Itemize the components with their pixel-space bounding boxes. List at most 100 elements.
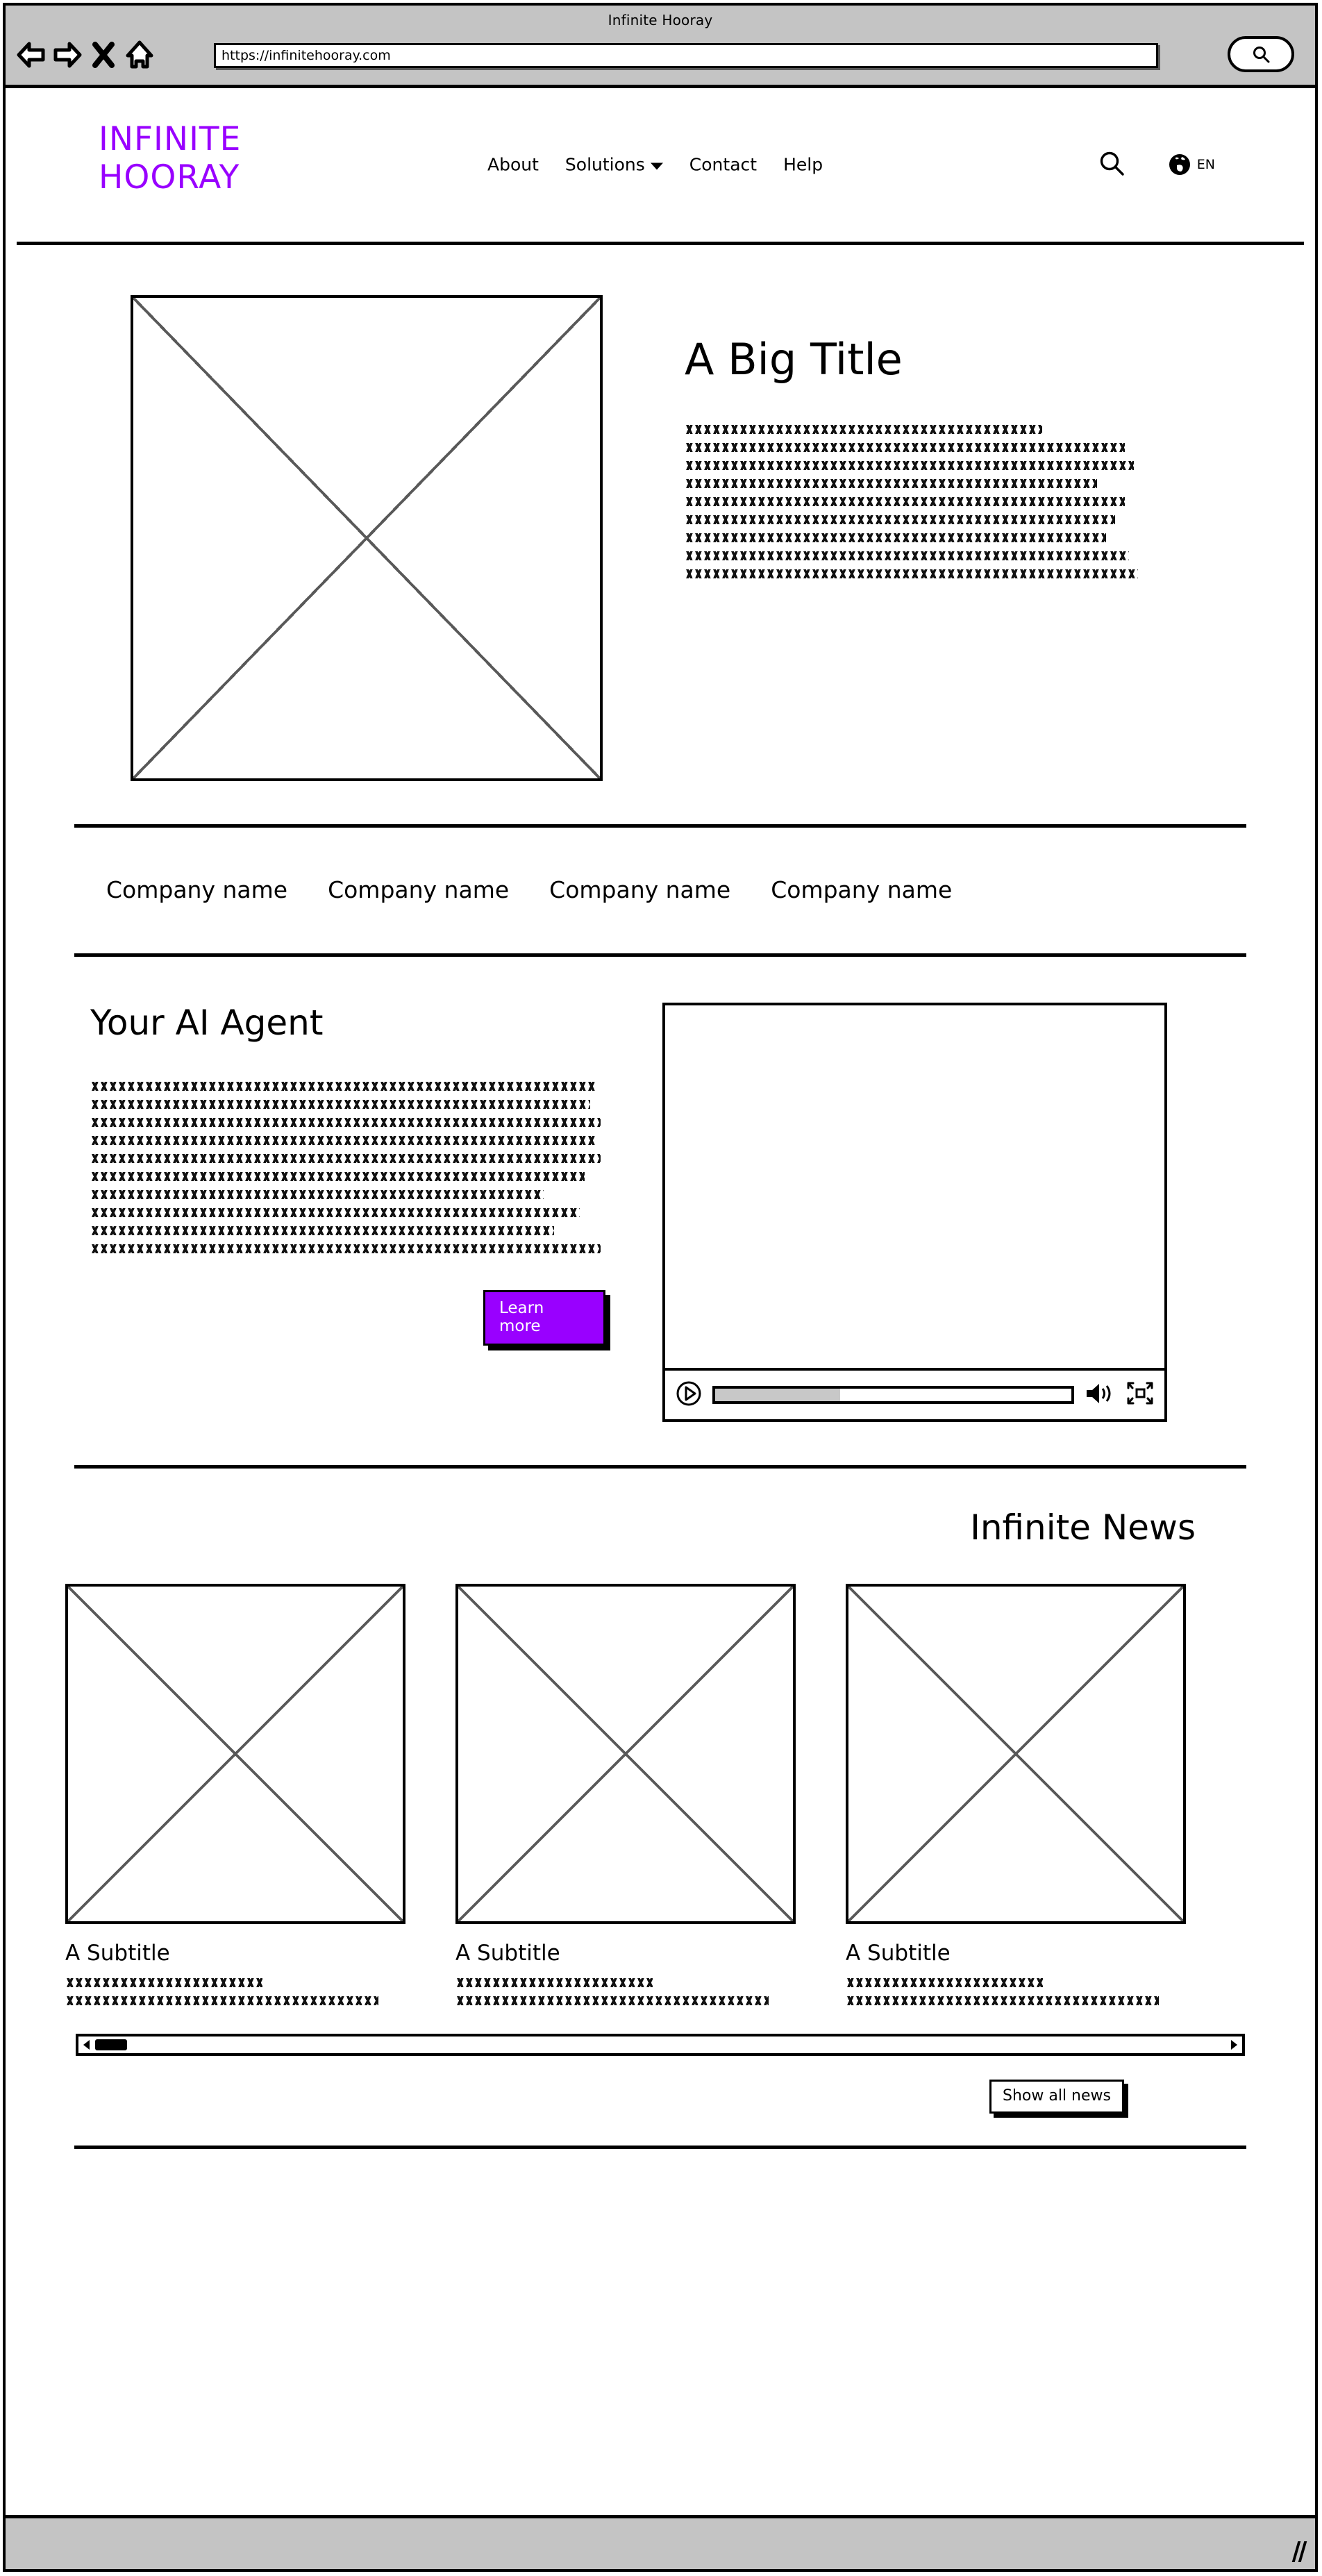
news-image-placeholder xyxy=(455,1584,796,1924)
forward-arrow-icon[interactable] xyxy=(51,39,83,71)
section-title-ai-agent: Your AI Agent xyxy=(90,1003,324,1043)
news-card-excerpt xyxy=(65,1978,405,2005)
learn-more-button[interactable]: Learn more xyxy=(483,1290,605,1346)
partner-item[interactable]: Company name xyxy=(328,876,509,903)
video-player xyxy=(662,1003,1167,1422)
nav-label-about: About xyxy=(487,154,539,175)
globe-icon xyxy=(1169,154,1190,175)
news-horizontal-scrollbar[interactable] xyxy=(76,2034,1245,2056)
nav-label-help: Help xyxy=(783,154,823,175)
scribble-line xyxy=(685,443,1125,453)
browser-chrome-bar: Infinite Hooray https://infinitehooray.c… xyxy=(6,6,1315,88)
news-card-subtitle: A Subtitle xyxy=(846,1941,951,1966)
volume-icon[interactable] xyxy=(1084,1380,1116,1410)
news-card-excerpt xyxy=(455,1978,796,2005)
news-section: Infinite News A Subtitle A Subtitle A Su… xyxy=(6,1461,1315,2149)
show-all-news-button[interactable]: Show all news xyxy=(989,2080,1124,2114)
status-bar xyxy=(6,2515,1315,2569)
scribble-line xyxy=(65,1996,378,2005)
scribble-line xyxy=(685,533,1107,543)
resize-grip-icon[interactable] xyxy=(1291,2541,1307,2562)
scribble-line xyxy=(90,1118,601,1127)
partner-item[interactable]: Company name xyxy=(771,876,952,903)
page-viewport: INFINITE HOORAY About Solutions Contact xyxy=(6,88,1315,2515)
news-card-excerpt xyxy=(846,1978,1186,2005)
browser-window: Infinite Hooray https://infinitehooray.c… xyxy=(3,3,1318,2572)
close-x-icon[interactable] xyxy=(87,39,119,71)
url-bar[interactable]: https://infinitehooray.com xyxy=(214,43,1158,68)
nav-label-solutions: Solutions xyxy=(564,154,645,175)
search-icon xyxy=(1253,47,1270,63)
scribble-line xyxy=(90,1244,601,1253)
scribble-line xyxy=(846,1996,1159,2005)
language-label: EN xyxy=(1196,157,1215,172)
news-card[interactable]: A Subtitle xyxy=(65,1584,405,2014)
header-tools: EN xyxy=(1098,149,1215,180)
nav-item-about[interactable]: About xyxy=(487,155,539,175)
section-title-news: Infinite News xyxy=(970,1507,1196,1548)
site-logo[interactable]: INFINITE HOORAY xyxy=(99,120,241,197)
news-image-placeholder xyxy=(65,1584,405,1924)
scribble-line xyxy=(455,1996,769,2005)
scribble-line xyxy=(90,1082,596,1091)
logo-line-1: INFINITE xyxy=(99,120,242,158)
divider xyxy=(74,2146,1246,2149)
video-screen[interactable] xyxy=(665,1005,1164,1368)
hero-paragraph xyxy=(685,425,1143,579)
video-controls xyxy=(665,1368,1164,1419)
browser-nav-buttons xyxy=(15,39,156,71)
chevron-left-icon[interactable] xyxy=(78,2039,94,2051)
logo-line-2: HOORAY xyxy=(99,158,240,197)
news-card-list: A Subtitle A Subtitle A Subtitle xyxy=(6,1584,1315,2014)
partner-item[interactable]: Company name xyxy=(106,876,287,903)
scribble-line xyxy=(685,551,1130,561)
news-card[interactable]: A Subtitle xyxy=(846,1584,1186,2014)
home-icon[interactable] xyxy=(124,39,156,71)
fullscreen-icon[interactable] xyxy=(1126,1380,1155,1410)
hero-copy: A Big Title xyxy=(685,295,1143,781)
scribble-line xyxy=(90,1100,590,1109)
chevron-right-icon[interactable] xyxy=(1227,2039,1242,2051)
url-text: https://infinitehooray.com xyxy=(221,48,391,63)
scribble-line xyxy=(685,425,1042,435)
screenshot-root: Infinite Hooray https://infinitehooray.c… xyxy=(0,0,1322,2576)
scribble-line xyxy=(90,1190,544,1199)
page-title: A Big Title xyxy=(685,334,903,385)
scribble-line xyxy=(455,1978,653,1987)
search-icon xyxy=(1100,151,1124,176)
nav-item-contact[interactable]: Contact xyxy=(689,155,757,175)
hero-section: A Big Title xyxy=(6,245,1315,781)
scribble-line xyxy=(685,461,1134,471)
main-navigation: About Solutions Contact Help xyxy=(487,155,823,175)
browser-search-button[interactable] xyxy=(1228,36,1294,72)
scribble-line xyxy=(846,1978,1044,1987)
video-progress-bar[interactable] xyxy=(712,1386,1074,1404)
scribble-line xyxy=(90,1208,580,1217)
scribble-line xyxy=(90,1172,585,1181)
scribble-line xyxy=(685,569,1139,579)
header-search-button[interactable] xyxy=(1098,149,1126,180)
nav-item-solutions[interactable]: Solutions xyxy=(565,155,663,175)
scribble-line xyxy=(685,479,1097,489)
language-selector[interactable]: EN xyxy=(1167,152,1215,177)
partner-item[interactable]: Company name xyxy=(549,876,730,903)
ai-agent-section: Your AI Agent Learn more xyxy=(6,957,1315,1461)
partners-list: Company name Company name Company name C… xyxy=(74,828,1246,953)
news-image-placeholder xyxy=(846,1584,1186,1924)
hero-image-placeholder xyxy=(131,295,603,781)
scrollbar-track[interactable] xyxy=(94,2036,1227,2053)
partners-section: Company name Company name Company name C… xyxy=(6,781,1315,957)
news-card-subtitle: A Subtitle xyxy=(65,1941,170,1966)
chevron-down-icon xyxy=(650,162,663,169)
nav-item-help[interactable]: Help xyxy=(783,155,823,175)
video-progress-fill xyxy=(715,1389,840,1401)
back-arrow-icon[interactable] xyxy=(15,39,47,71)
play-icon[interactable] xyxy=(675,1380,703,1410)
scribble-line xyxy=(90,1136,596,1145)
nav-label-contact: Contact xyxy=(689,154,758,175)
window-title: Infinite Hooray xyxy=(608,12,713,28)
ai-agent-copy: Your AI Agent Learn more xyxy=(90,1003,605,1422)
scribble-line xyxy=(90,1154,601,1163)
scrollbar-thumb[interactable] xyxy=(95,2039,127,2050)
news-card[interactable]: A Subtitle xyxy=(455,1584,796,2014)
